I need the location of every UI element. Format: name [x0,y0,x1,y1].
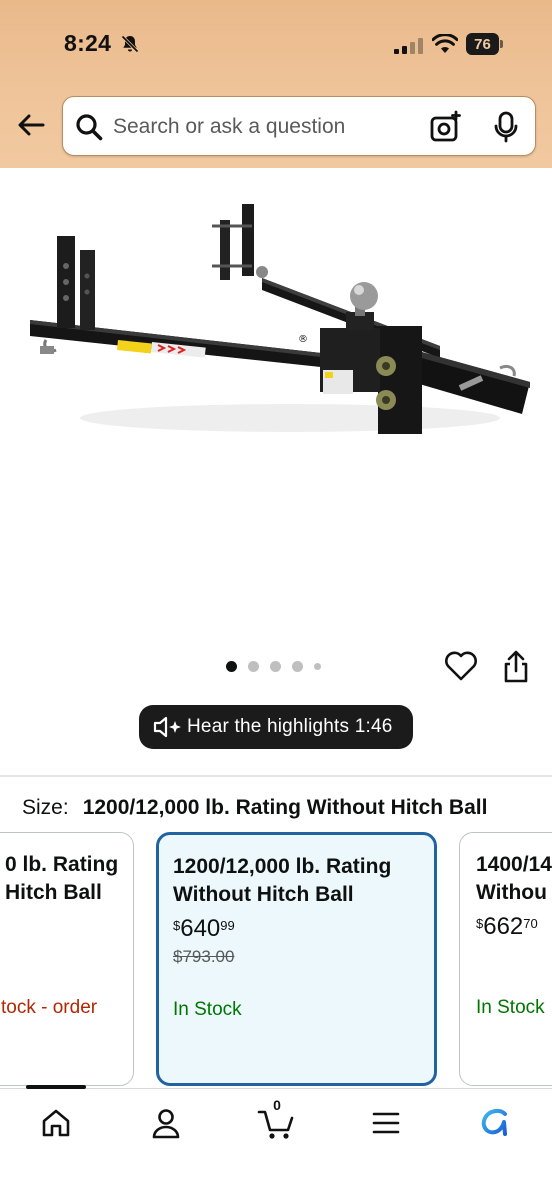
stock-status: In Stock [476,997,545,1018]
camera-search-icon[interactable] [429,110,463,144]
size-option-card[interactable]: 0 lb. Rating Hitch Ball tock - order [0,832,134,1086]
nav-cart[interactable]: 0 [256,1097,296,1143]
size-selected-value: 1200/12,000 lb. Rating Without Hitch Bal… [82,796,488,819]
active-tab-indicator [26,1085,86,1089]
size-heading: Size: 1200/12,000 lb. Rating Without Hitc… [22,796,487,820]
stock-status: In Stock [173,999,242,1020]
cart-count: 0 [273,1097,281,1113]
back-arrow-icon [18,114,45,136]
carousel-dots[interactable] [226,660,321,672]
nav-account[interactable] [146,1103,186,1143]
carousel-dot[interactable] [292,660,303,672]
share-icon[interactable] [502,650,530,684]
speaker-sparkle-icon [153,716,181,738]
list-price: $793.00 [173,947,235,966]
size-option-title: 0 lb. Rating Hitch Ball [5,853,119,904]
rufus-icon [481,1108,507,1136]
battery-icon: 76 [466,33,504,55]
price: $64099 [173,915,235,942]
bell-off-icon [121,35,139,53]
nav-menu[interactable] [366,1103,406,1143]
nav-home[interactable] [36,1103,76,1143]
svg-text:®: ® [298,334,308,345]
search-icon [76,114,103,141]
section-divider [0,775,552,777]
size-label: Size: [22,796,69,819]
cellular-signal-icon [394,38,423,54]
carousel-dot[interactable] [226,660,237,672]
search-input[interactable] [113,105,413,149]
product-image[interactable]: ® [0,168,552,648]
stock-status: tock - order [1,997,98,1018]
bottom-nav: 0 [0,1085,552,1200]
menu-icon [372,1112,400,1134]
carousel-dot[interactable] [248,660,259,672]
wifi-icon [432,34,458,53]
size-option-card[interactable]: 1400/14 Withou $66270 In Stock [459,832,552,1086]
search-bar[interactable] [62,96,536,156]
price: $66270 [476,913,538,940]
hear-highlights-button[interactable]: Hear the highlights 1:46 [139,705,413,749]
account-icon [152,1109,180,1139]
hear-highlights-label: Hear the highlights 1:46 [187,716,393,737]
nav-rufus[interactable] [476,1103,516,1143]
microphone-icon[interactable] [491,111,521,143]
battery-level: 76 [466,33,499,55]
home-icon [42,1109,70,1137]
app-header: 8:24 76 [0,0,552,168]
size-option-title: 1200/12,000 lb. Rating Without Hitch Bal… [173,855,392,906]
carousel-dot[interactable] [270,660,281,672]
back-button[interactable] [14,108,48,142]
status-time: 8:24 [64,30,112,56]
size-option-title: 1400/14 Withou [476,853,552,904]
carousel-dot[interactable] [314,662,321,670]
heart-icon[interactable] [444,650,478,682]
size-option-card-selected[interactable]: 1200/12,000 lb. Rating Without Hitch Bal… [156,832,437,1086]
size-options-carousel[interactable]: 0 lb. Rating Hitch Ball tock - order 120… [0,832,552,1088]
